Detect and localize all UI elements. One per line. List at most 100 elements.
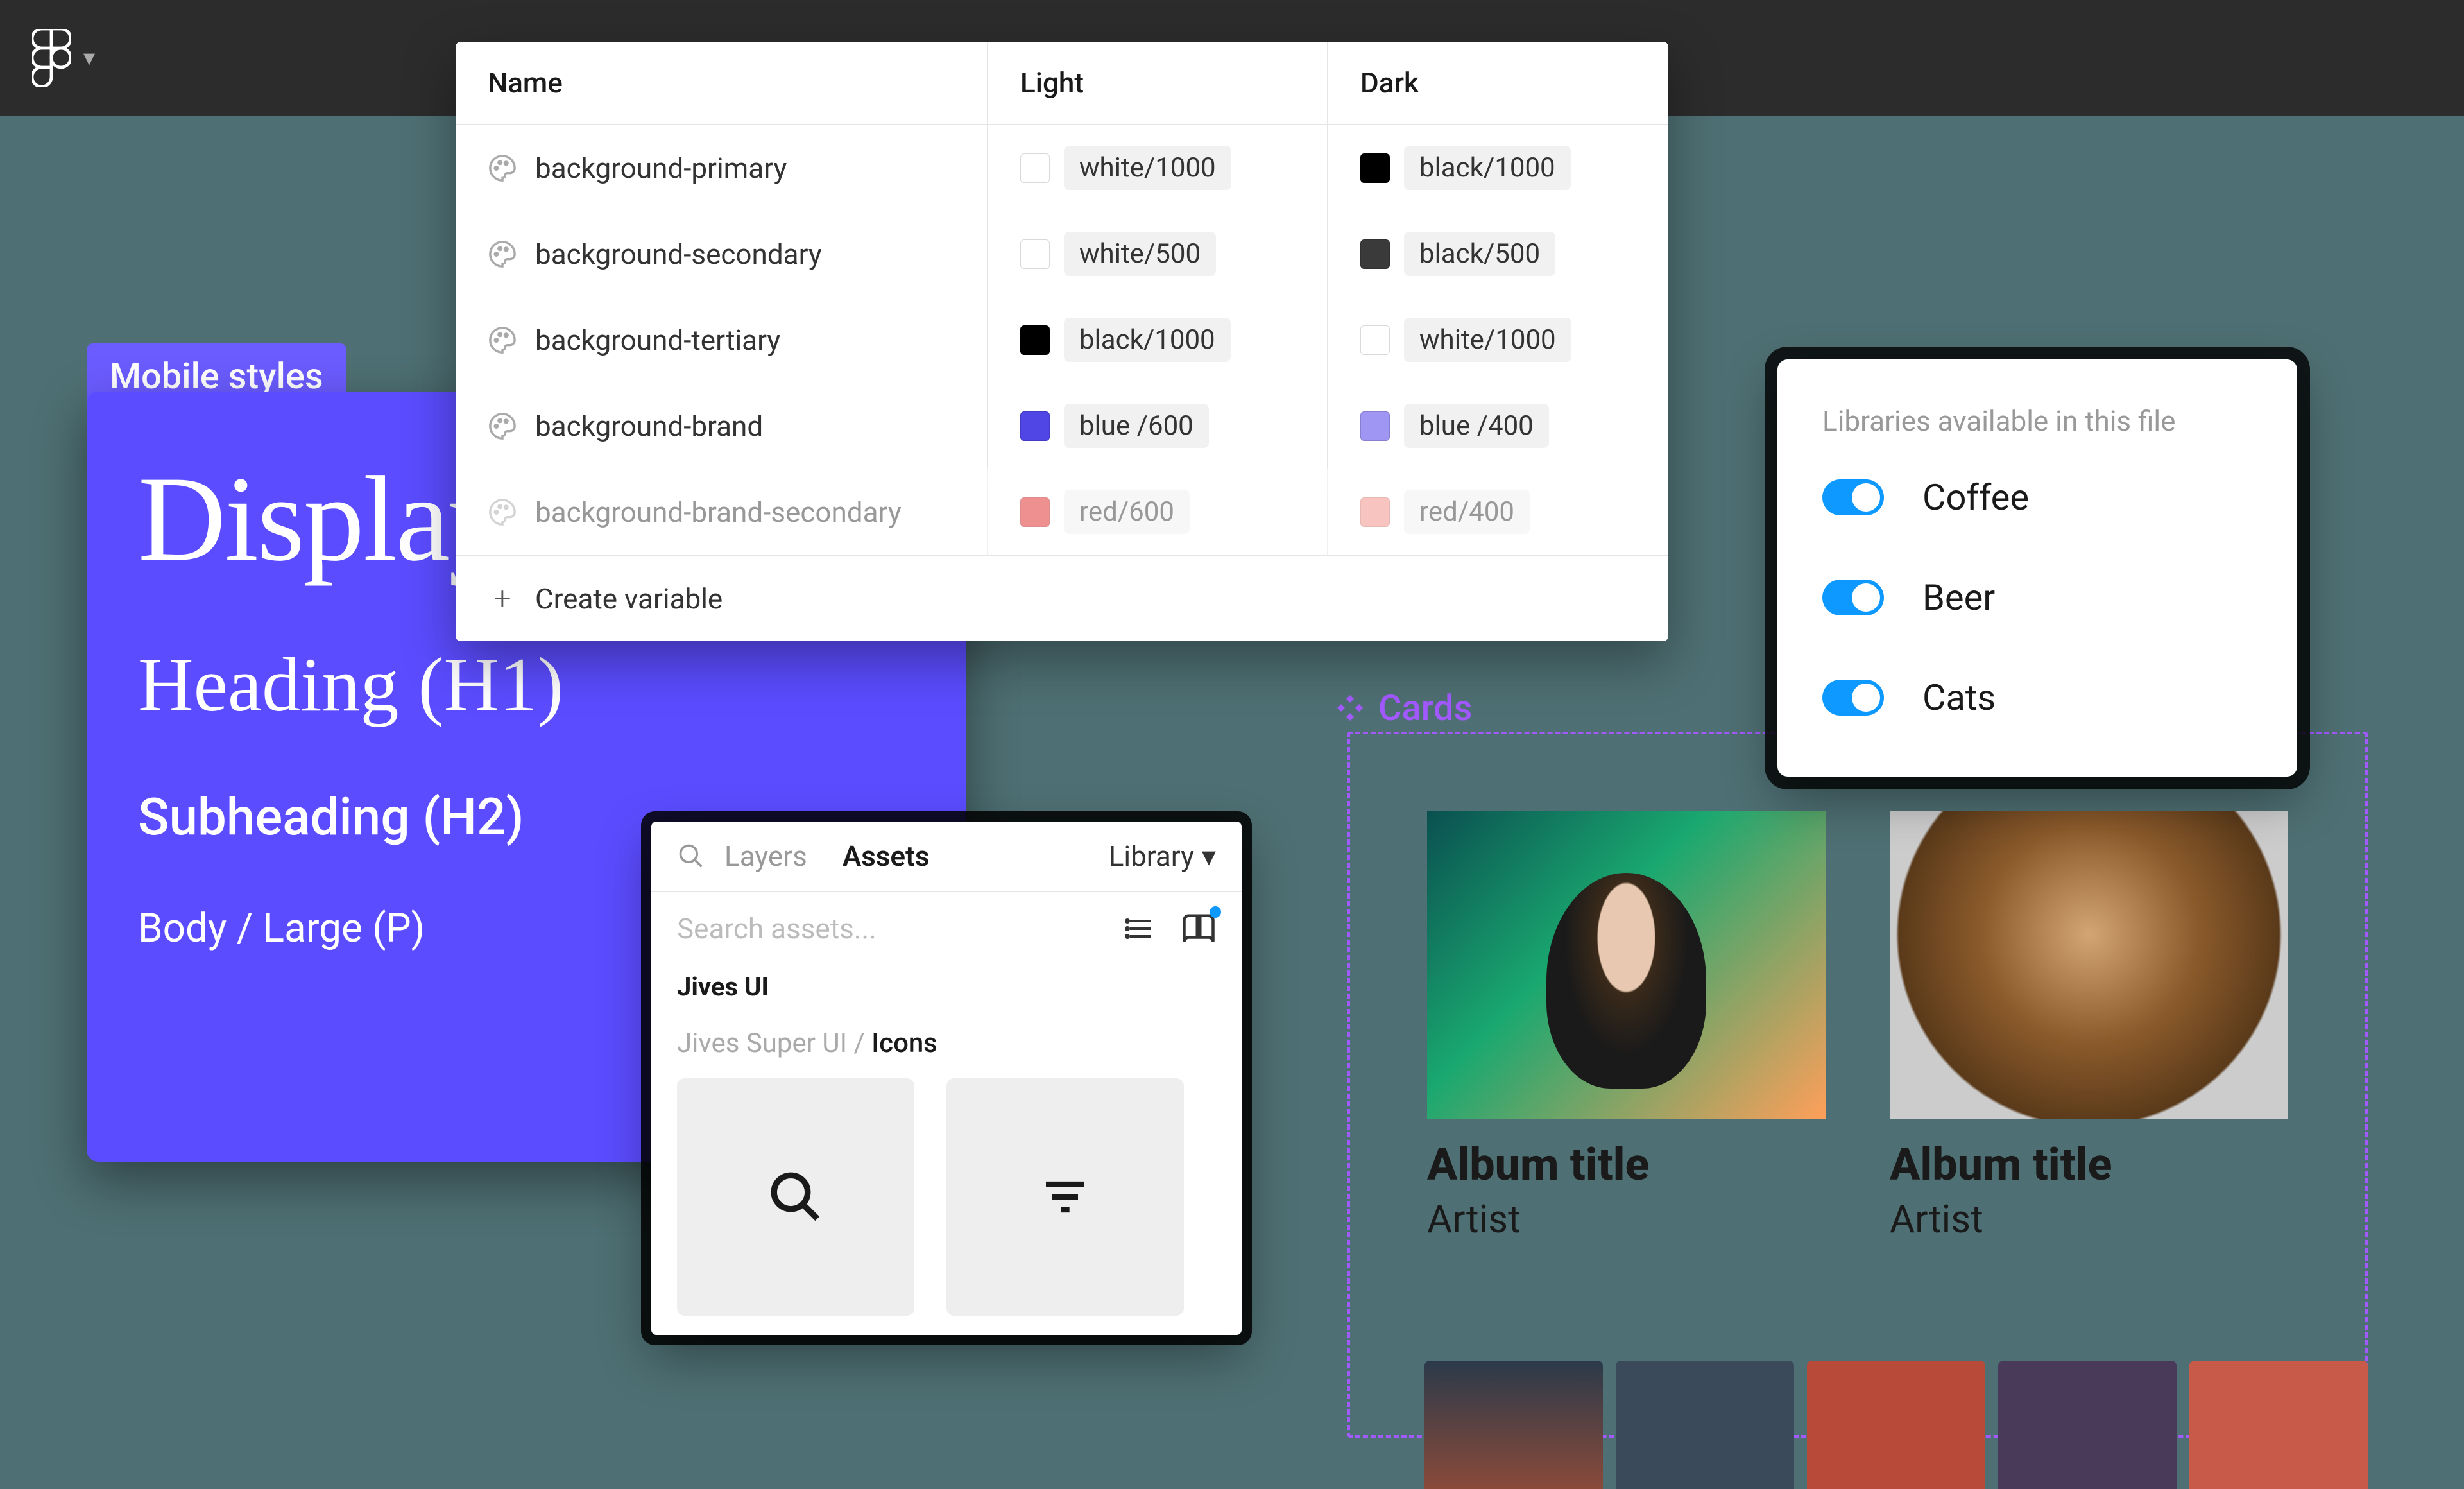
- color-swatch: [1020, 325, 1050, 355]
- column-header-dark[interactable]: Dark: [1328, 42, 1668, 124]
- asset-tile-filter[interactable]: [946, 1078, 1184, 1316]
- variable-value-tag: white/1000: [1064, 146, 1231, 190]
- assets-tabs-row: Layers Assets Library ▾: [651, 822, 1242, 892]
- figma-logo-menu[interactable]: ▾: [32, 29, 95, 87]
- column-header-name[interactable]: Name: [456, 42, 988, 124]
- chevron-down-icon: ▾: [1202, 839, 1216, 873]
- text-heading-h1: Heading (H1): [138, 641, 914, 729]
- assets-breadcrumb[interactable]: Jives Super UI / Icons: [677, 1028, 1216, 1059]
- library-toggle[interactable]: [1822, 479, 1884, 515]
- variable-row[interactable]: background-brand-secondary red/600 red/400: [456, 469, 1668, 555]
- assets-grid: [677, 1078, 1216, 1316]
- variable-dark-cell[interactable]: blue /400: [1328, 383, 1668, 469]
- asset-tile-search[interactable]: [677, 1078, 914, 1316]
- variable-value-tag: black/1000: [1404, 146, 1571, 190]
- color-variable-icon: [488, 497, 517, 527]
- library-name: Coffee: [1922, 476, 2029, 519]
- variable-name-cell[interactable]: background-brand: [456, 383, 988, 469]
- canvas[interactable]: Mobile styles Display Heading (H1) Subhe…: [0, 116, 2464, 1409]
- plus-icon: +: [488, 580, 517, 617]
- variable-row[interactable]: background-primary white/1000 black/1000: [456, 125, 1668, 211]
- variable-light-cell[interactable]: black/1000: [988, 297, 1328, 383]
- color-swatch: [1360, 497, 1390, 527]
- variable-light-cell[interactable]: white/500: [988, 211, 1328, 297]
- variable-dark-cell[interactable]: black/1000: [1328, 125, 1668, 211]
- libraries-panel[interactable]: Libraries available in this file Coffee B…: [1777, 359, 2297, 777]
- variable-light-cell[interactable]: blue /600: [988, 383, 1328, 469]
- team-library-icon[interactable]: [1181, 911, 1216, 946]
- variable-value-tag: red/600: [1064, 490, 1190, 534]
- tab-layers[interactable]: Layers: [724, 839, 807, 873]
- variable-name: background-primary: [535, 151, 787, 185]
- card-instance[interactable]: Album title Artist: [1427, 811, 1826, 1435]
- variable-name: background-secondary: [535, 237, 822, 271]
- search-icon: [767, 1168, 825, 1226]
- search-icon[interactable]: [677, 842, 705, 870]
- variable-name: background-brand-secondary: [535, 495, 902, 529]
- list-view-icon[interactable]: [1125, 913, 1156, 944]
- library-dropdown[interactable]: Library ▾: [1109, 839, 1216, 873]
- variable-value-tag: white/1000: [1404, 318, 1571, 362]
- variable-dark-cell[interactable]: red/400: [1328, 469, 1668, 555]
- variable-name: background-tertiary: [535, 323, 780, 357]
- variable-value-tag: black/1000: [1064, 318, 1231, 362]
- breadcrumb-current: Icons: [871, 1028, 937, 1059]
- assets-panel[interactable]: Layers Assets Library ▾ Search assets...: [651, 822, 1242, 1335]
- create-variable-label: Create variable: [535, 582, 723, 615]
- variables-panel[interactable]: Name Light Dark background-primary white/…: [456, 42, 1668, 641]
- library-dropdown-label: Library: [1109, 839, 1194, 873]
- variable-light-cell[interactable]: white/1000: [988, 125, 1328, 211]
- variable-value-tag: black/500: [1404, 232, 1555, 276]
- column-header-light[interactable]: Light: [988, 42, 1328, 124]
- library-name: Beer: [1922, 576, 1995, 619]
- card-artist: Artist: [1890, 1196, 2288, 1242]
- component-label-cards[interactable]: Cards: [1335, 687, 1472, 729]
- library-name: Cats: [1922, 676, 1996, 719]
- assets-section-label[interactable]: Jives UI: [677, 972, 1216, 1002]
- component-label-text: Cards: [1378, 687, 1472, 729]
- card-instance[interactable]: Album title Artist: [1890, 811, 2288, 1435]
- variable-row[interactable]: background-tertiary black/1000 white/1000: [456, 297, 1668, 383]
- variable-value-tag: blue /600: [1064, 404, 1209, 448]
- notification-dot-icon: [1210, 906, 1221, 918]
- chevron-down-icon: ▾: [83, 44, 95, 71]
- variable-name-cell[interactable]: background-tertiary: [456, 297, 988, 383]
- variable-name-cell[interactable]: background-primary: [456, 125, 988, 211]
- library-toggle[interactable]: [1822, 580, 1884, 615]
- card-image: [1427, 811, 1826, 1119]
- card-image-row: [1425, 1361, 2368, 1489]
- search-assets-input[interactable]: Search assets...: [677, 912, 877, 945]
- variable-name-cell[interactable]: background-brand-secondary: [456, 469, 988, 555]
- tab-assets[interactable]: Assets: [843, 839, 930, 873]
- card-image: [1890, 811, 2288, 1119]
- breadcrumb-parent: Jives Super UI /: [677, 1028, 871, 1059]
- card-title: Album title: [1427, 1139, 1826, 1191]
- library-item: Beer: [1822, 576, 2252, 619]
- variable-name-cell[interactable]: background-secondary: [456, 211, 988, 297]
- color-variable-icon: [488, 239, 517, 269]
- component-icon: [1335, 693, 1365, 723]
- color-swatch: [1360, 153, 1390, 183]
- card-artist: Artist: [1427, 1196, 1826, 1242]
- variable-dark-cell[interactable]: white/1000: [1328, 297, 1668, 383]
- variable-row[interactable]: background-brand blue /600 blue /400: [456, 383, 1668, 469]
- variable-dark-cell[interactable]: black/500: [1328, 211, 1668, 297]
- variable-name: background-brand: [535, 409, 763, 443]
- color-swatch: [1360, 411, 1390, 441]
- color-variable-icon: [488, 325, 517, 355]
- card-title: Album title: [1890, 1139, 2288, 1191]
- variable-value-tag: red/400: [1404, 490, 1530, 534]
- variable-value-tag: white/500: [1064, 232, 1216, 276]
- variable-light-cell[interactable]: red/600: [988, 469, 1328, 555]
- library-toggle[interactable]: [1822, 680, 1884, 716]
- component-frame-cards[interactable]: Album title Artist Album title Artist: [1348, 732, 2368, 1438]
- color-variable-icon: [488, 411, 517, 441]
- color-swatch: [1020, 239, 1050, 269]
- color-swatch: [1360, 325, 1390, 355]
- libraries-title: Libraries available in this file: [1822, 404, 2252, 438]
- library-item: Coffee: [1822, 476, 2252, 519]
- color-swatch: [1360, 239, 1390, 269]
- variable-row[interactable]: background-secondary white/500 black/500: [456, 211, 1668, 297]
- color-swatch: [1020, 411, 1050, 441]
- create-variable-button[interactable]: + Create variable: [456, 555, 1668, 641]
